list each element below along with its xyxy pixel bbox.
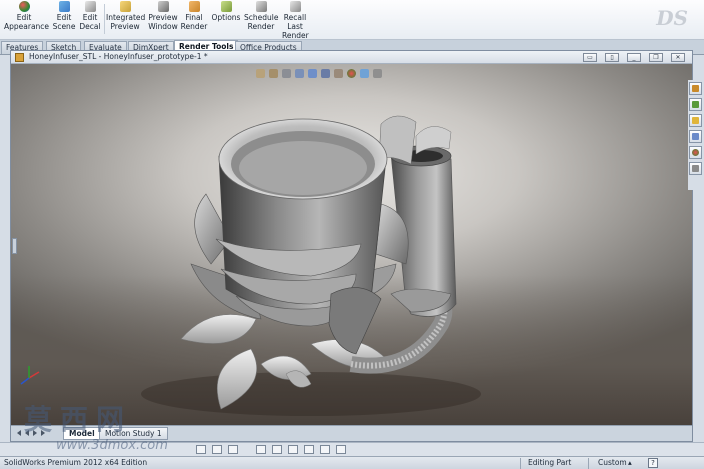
grid-tool-icon[interactable] <box>272 445 282 454</box>
edit-scene-button[interactable]: Edit Scene <box>50 1 78 31</box>
help-icon[interactable]: ? <box>648 458 658 468</box>
smart-dimension-icon[interactable] <box>212 445 222 454</box>
options-button[interactable]: Options <box>211 1 241 22</box>
task-pane <box>688 80 704 190</box>
first-tab-arrow-icon[interactable] <box>17 430 21 436</box>
editing-mode: Editing Part <box>528 458 572 467</box>
tile-horizontal-icon[interactable]: ▭ <box>583 53 597 62</box>
decal-icon <box>84 1 96 12</box>
close-icon[interactable]: ✕ <box>671 53 685 62</box>
file-explorer-icon[interactable] <box>689 114 702 127</box>
watermark-url: www.3dmox.com <box>56 438 168 453</box>
document-title: HoneyInfuser_STL - HoneyInfuser_prototyp… <box>29 52 208 61</box>
document-title-bar: HoneyInfuser_STL - HoneyInfuser_prototyp… <box>11 51 692 64</box>
options-icon <box>220 1 232 12</box>
edit-decal-button[interactable]: Edit Decal <box>78 1 102 31</box>
status-bar: SolidWorks Premium 2012 x64 Edition Edit… <box>0 456 704 469</box>
units-selector[interactable]: Custom <box>598 457 627 469</box>
tile-vertical-icon[interactable]: ▯ <box>605 53 619 62</box>
custom-properties-icon[interactable] <box>689 162 702 175</box>
minimize-icon[interactable]: _ <box>627 53 641 62</box>
chevron-up-icon[interactable]: ▴ <box>628 457 632 469</box>
scene-icon <box>58 1 70 12</box>
command-manager-ribbon: Edit Appearance Edit Scene Edit Decal In… <box>0 0 704 40</box>
final-render-icon <box>188 1 200 12</box>
graphics-area[interactable] <box>11 64 692 425</box>
appearance-ball-icon <box>18 1 30 12</box>
baseline-tool-icon[interactable] <box>336 445 346 454</box>
document-window: HoneyInfuser_STL - HoneyInfuser_prototyp… <box>10 50 693 442</box>
integrated-preview-icon <box>119 1 131 12</box>
rectangle-tool-icon[interactable] <box>196 445 206 454</box>
preview-window-button[interactable]: Preview Window <box>146 1 180 31</box>
align-tool-icon[interactable] <box>320 445 330 454</box>
recall-render-icon <box>289 1 301 12</box>
restore-icon[interactable]: ❐ <box>649 53 663 62</box>
solidworks-resources-icon[interactable] <box>689 82 702 95</box>
triangle-tool-icon[interactable] <box>228 445 238 454</box>
integrated-preview-button[interactable]: Integrated Preview <box>106 1 145 31</box>
design-library-icon[interactable] <box>689 98 702 111</box>
part-document-icon <box>15 53 24 62</box>
appearances-scenes-icon[interactable] <box>689 146 702 159</box>
final-render-button[interactable]: Final Render <box>180 1 208 31</box>
list-tool-icon[interactable] <box>304 445 314 454</box>
preview-window-icon <box>157 1 169 12</box>
solidworks-logo-icon: DS <box>656 6 688 30</box>
view-palette-icon[interactable] <box>689 130 702 143</box>
coordinate-triad-icon <box>20 366 40 385</box>
product-edition: SolidWorks Premium 2012 x64 Edition <box>4 458 148 467</box>
honey-infuser-model <box>141 115 481 416</box>
watermark-logo: 莫西网 <box>24 403 133 436</box>
search-tool-icon[interactable] <box>288 445 298 454</box>
schedule-render-icon <box>255 1 267 12</box>
recall-last-render-button[interactable]: Recall Last Render <box>282 1 309 40</box>
schedule-render-button[interactable]: Schedule Render <box>244 1 278 31</box>
edit-appearance-button[interactable]: Edit Appearance <box>4 1 49 31</box>
layer-tool-icon[interactable] <box>256 445 266 454</box>
